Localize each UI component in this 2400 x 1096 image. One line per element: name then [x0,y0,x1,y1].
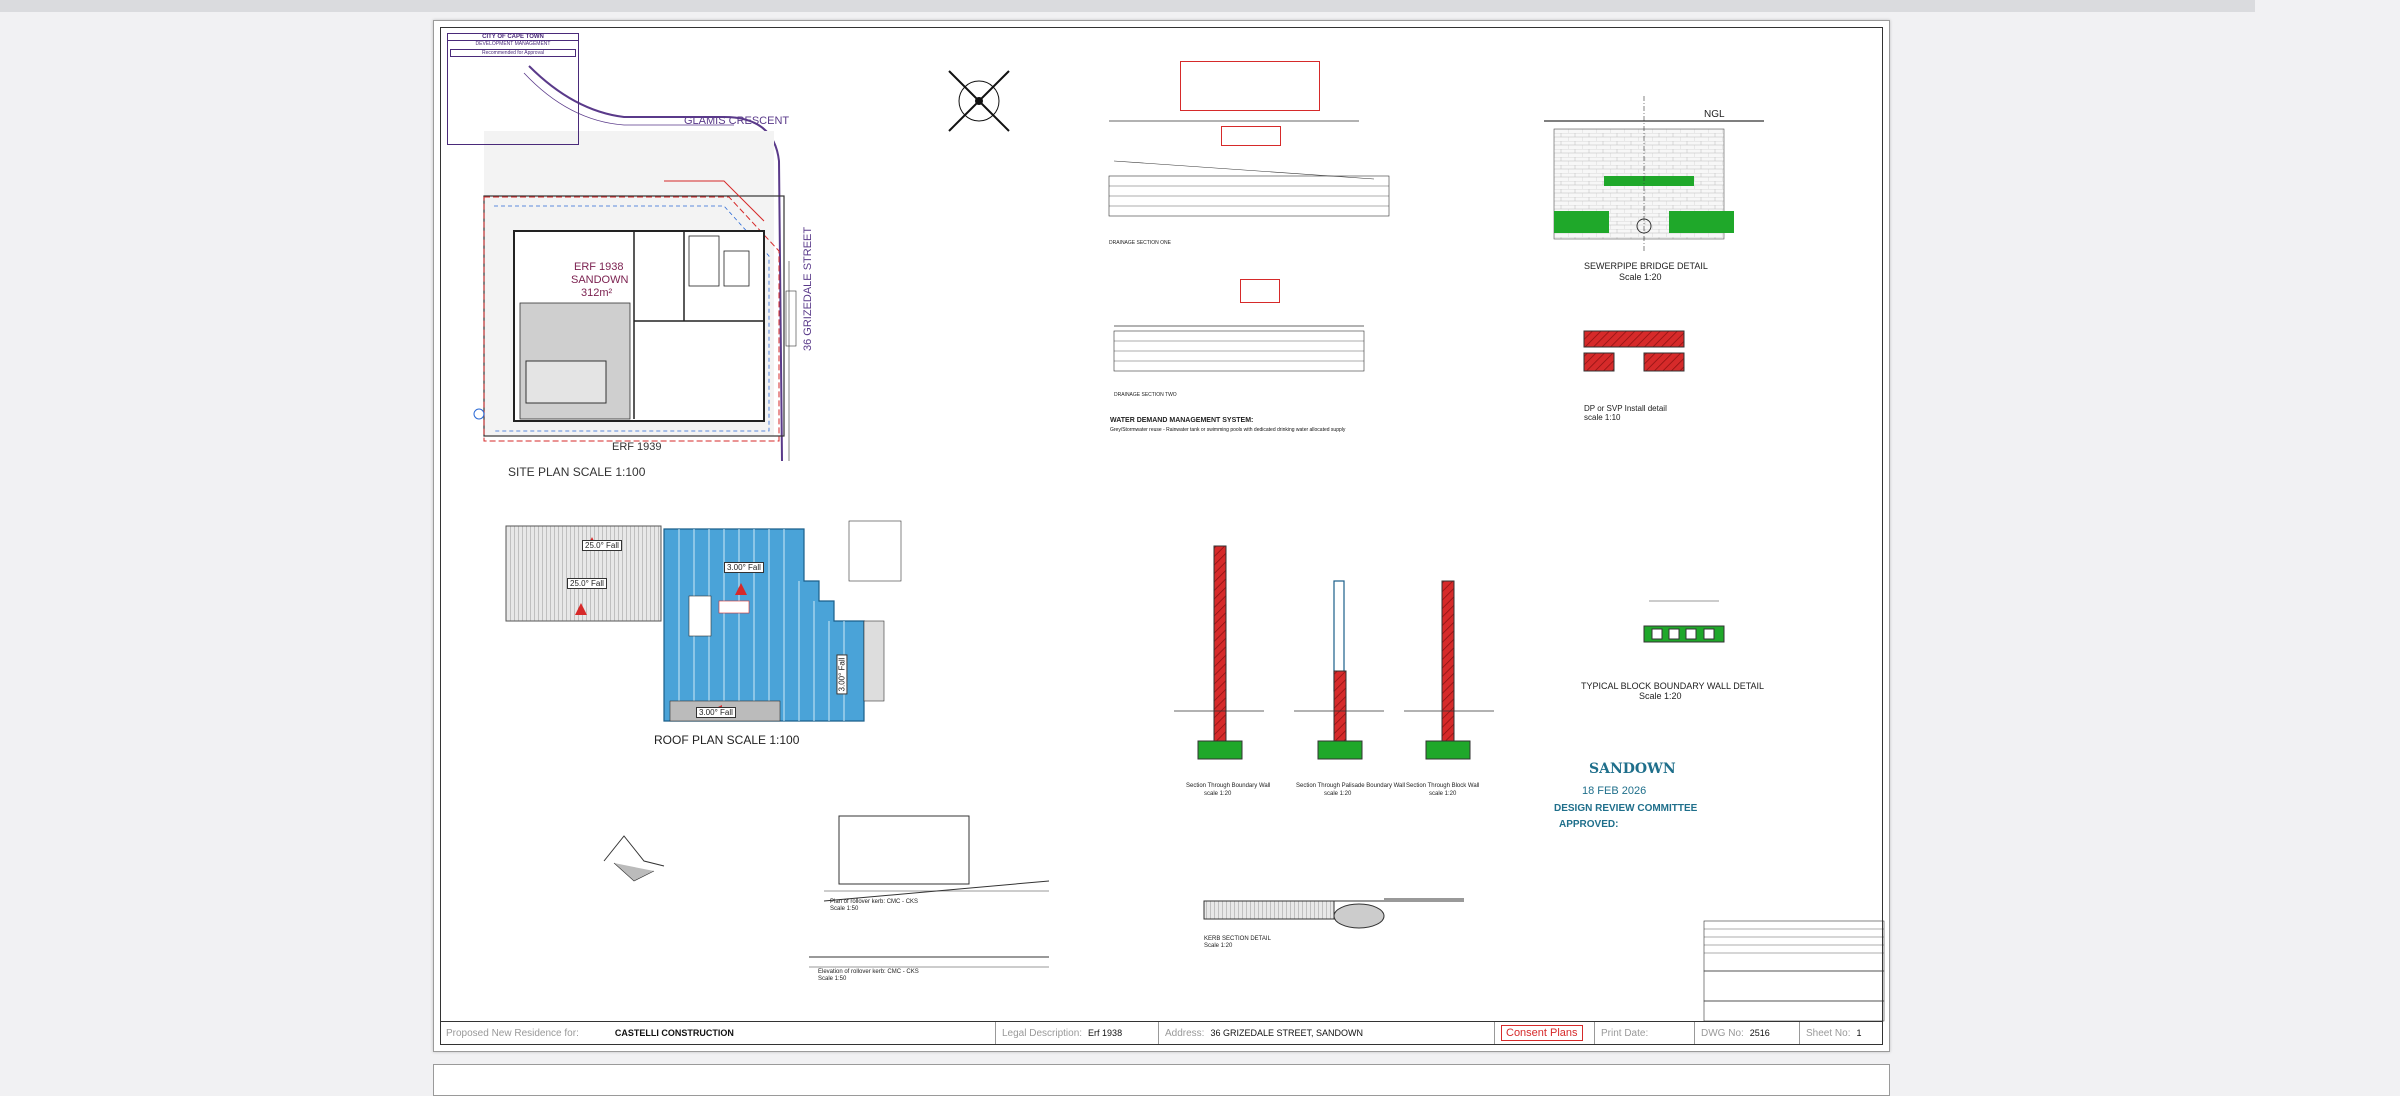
drainage-note-box [1180,61,1320,111]
title-block-project: Proposed New Residence for: CASTELLI CON… [440,1022,996,1044]
client-name: CASTELLI CONSTRUCTION [614,1028,734,1038]
roof-fall-label: 3.00° Fall [724,562,764,573]
drawing-sheet: CITY OF CAPE TOWN DEVELOPMENT MANAGEMENT… [433,20,1890,1052]
ngl-label: NGL [1704,109,1725,120]
wall-section-2-label: Section Through Palisade Boundary Wall [1296,783,1406,789]
roof-fall-label: 25.0° Fall [567,578,607,589]
roof-fall-label: 3.00° Fall [836,654,848,695]
dp-install-title: DP or SVP Install detail [1584,404,1667,413]
sheet-caption: Sheet No: [1806,1027,1851,1039]
typical-wall-title: TYPICAL BLOCK BOUNDARY WALL DETAIL [1581,681,1765,691]
sheet-value: 1 [1856,1028,1862,1038]
viewer-toolbar [0,0,2255,12]
title-block-dwg: DWG No: 2516 [1695,1022,1800,1044]
gutter-detail [603,835,665,882]
address-value: 36 GRIZEDALE STREET, SANDOWN [1210,1028,1363,1038]
project-caption: Proposed New Residence for: [446,1027,579,1039]
suburb-label: SANDOWN [571,274,629,286]
council-approval-box: CITY OF CAPE TOWN DEVELOPMENT MANAGEMENT… [447,33,579,145]
dwg-caption: DWG No: [1701,1027,1744,1039]
wall-section-3-scale: scale 1:20 [1429,791,1457,797]
print-date-caption: Print Date: [1601,1027,1649,1039]
roof-fall-label: 3.00° Fall [696,707,736,718]
title-block-legal: Legal Description: Erf 1938 [996,1022,1159,1044]
street-name-north: GLAMIS CRESCENT [684,115,790,127]
wall-sections [1174,545,1494,760]
roof-plan-caption: ROOF PLAN SCALE 1:100 [654,733,800,747]
plan-status-badge: Consent Plans [1501,1025,1583,1041]
drainage-note-box [1221,126,1281,146]
erf-label: ERF 1938 [574,261,624,273]
erf-south-label: ERF 1939 [612,441,662,453]
water-demand-title: WATER DEMAND MANAGEMENT SYSTEM: [1110,417,1254,424]
water-demand-subtitle: Grey/Stormwater reuse - Rainwater tank o… [1110,427,1346,433]
dwg-value: 2516 [1749,1028,1770,1038]
stamp-approved: APPROVED: [1559,819,1619,830]
council-subtitle: DEVELOPMENT MANAGEMENT [475,41,551,47]
sewer-scale: Scale 1:20 [1619,272,1662,282]
stamp-date: 18 FEB 2026 [1582,785,1647,797]
kerb-section [1203,898,1464,929]
site-plan-caption: SITE PLAN SCALE 1:100 [508,465,646,479]
revision-table [1703,920,1885,1022]
legal-caption: Legal Description: [1002,1027,1083,1039]
wall-section-1-label: Section Through Boundary Wall [1186,783,1271,789]
stamp-brand: SANDOWN [1589,761,1676,777]
rollover-kerb-plan [809,815,1050,968]
legal-value: Erf 1938 [1088,1028,1123,1038]
title-block-status: Consent Plans [1495,1022,1595,1044]
rollover-plan-label: Plan of rollover kerb: CMC - CKS [830,899,919,905]
drawing-linework [473,65,1885,1022]
sewer-title: SEWERPIPE BRIDGE DETAIL [1584,261,1708,271]
kerb-section-scale: Scale 1:20 [1204,943,1233,949]
dp-install-scale: scale 1:10 [1584,413,1621,422]
council-status: Recommended for Approval [450,49,576,57]
drainage-note-box [1240,279,1280,303]
typical-wall-scale: Scale 1:20 [1639,691,1682,701]
rollover-elevation-scale: Scale 1:50 [818,976,847,982]
area-label: 312m² [581,287,613,299]
kerb-section-label: KERB SECTION DETAIL [1204,936,1271,942]
stamp-committee: DESIGN REVIEW COMMITTEE [1554,803,1698,814]
title-block-sheet: Sheet No: 1 [1800,1022,1883,1044]
typical-block-wall [1643,600,1725,643]
council-title: CITY OF CAPE TOWN [448,34,578,41]
wall-section-3-label: Section Through Block Wall [1406,783,1480,789]
title-block-address: Address: 36 GRIZEDALE STREET, SANDOWN [1159,1022,1495,1044]
approval-stamp: SANDOWN 18 FEB 2026 DESIGN REVIEW COMMIT… [1554,741,1704,861]
title-block-print-date: Print Date: [1595,1022,1695,1044]
drainage-section-two-label: DRAINAGE SECTION TWO [1114,392,1177,398]
rollover-plan-scale: Scale 1:50 [830,906,859,912]
dp-svp-install [1583,330,1685,372]
roof-fall-label: 25.0° Fall [582,540,622,551]
sewer-bridge-detail [1544,96,1764,251]
rollover-elevation-label: Elevation of rollover kerb: CMC - CKS [818,969,919,975]
drainage-section-one-label: DRAINAGE SECTION ONE [1109,240,1171,246]
wall-section-2-scale: scale 1:20 [1324,791,1352,797]
street-name-east: 36 GRIZEDALE STREET [802,226,814,351]
title-block: Proposed New Residence for: CASTELLI CON… [440,1021,1883,1044]
next-drawing-sheet [433,1064,1890,1096]
drainage-sections [1108,120,1390,372]
wall-section-1-scale: scale 1:20 [1204,791,1232,797]
address-caption: Address: [1165,1027,1205,1039]
